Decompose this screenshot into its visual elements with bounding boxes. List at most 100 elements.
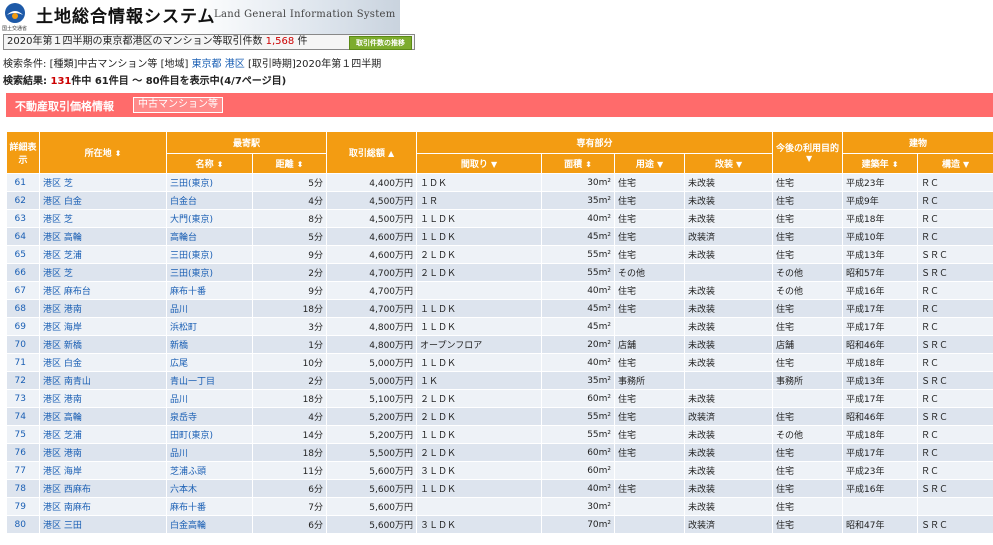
filter-icon[interactable]: ▼ [736,160,742,169]
detail-link[interactable]: 65 [6,245,40,264]
station-link[interactable]: 品川 [166,443,253,462]
detail-link[interactable]: 80 [6,515,40,534]
area-cell: 60m² [541,443,616,462]
col-price[interactable]: 取引総額 ▲ [326,131,418,174]
location-link[interactable]: 港区 西麻布 [39,479,167,498]
col-layout[interactable]: 間取り ▼ [416,153,543,174]
detail-link[interactable]: 63 [6,209,40,228]
mlit-logo-icon[interactable] [4,2,26,24]
station-link[interactable]: 広尾 [166,353,253,372]
location-link[interactable]: 港区 海岸 [39,317,167,336]
future-use-cell: 住宅 [772,245,844,264]
sort-icon[interactable]: ⬍ [585,160,592,169]
col-distance[interactable]: 距離 ⬍ [251,153,328,174]
detail-link[interactable]: 72 [6,371,40,390]
future-use-cell: 住宅 [772,317,844,336]
detail-link[interactable]: 69 [6,317,40,336]
location-link[interactable]: 港区 白金 [39,353,167,372]
location-link[interactable]: 港区 港南 [39,299,167,318]
col-built-year[interactable]: 建築年 ⬍ [842,153,919,174]
location-link[interactable]: 港区 芝 [39,263,167,282]
filter-icon[interactable]: ▼ [963,160,969,169]
filter-icon[interactable]: ▼ [806,154,812,163]
distance-cell: 8分 [252,209,328,228]
detail-link[interactable]: 75 [6,425,40,444]
transaction-table: 詳細表示 所在地 ⬍ 最寄駅 取引総額 ▲ 専有部分 今後の利用目的▼ 建物 名称 ⬍… [6,131,993,534]
count-unit: 件 [297,36,308,47]
detail-link[interactable]: 79 [6,497,40,516]
station-link[interactable]: 田町(東京) [166,425,253,444]
station-link[interactable]: 泉岳寺 [166,407,253,426]
structure-cell: ＲＣ [917,173,993,192]
detail-link[interactable]: 76 [6,443,40,462]
sort-icon[interactable]: ⬍ [115,149,122,158]
col-area[interactable]: 面積 ⬍ [541,153,616,174]
station-link[interactable]: 品川 [166,299,253,318]
col-renovation[interactable]: 改装 ▼ [684,153,774,174]
detail-link[interactable]: 61 [6,173,40,192]
area-ward-link[interactable]: 港区 [225,59,245,70]
detail-link[interactable]: 68 [6,299,40,318]
area-pref-link[interactable]: 東京都 [192,59,222,70]
system-title[interactable]: 土地総合情報システム [36,2,216,27]
col-station-name[interactable]: 名称 ⬍ [166,153,253,174]
station-link[interactable]: 品川 [166,389,253,408]
table-row: 78 港区 西麻布 六本木 6分 5,600万円 １ＬＤＫ 40m² 住宅 未改装 住宅 平成16年… [6,479,993,498]
detail-link[interactable]: 71 [6,353,40,372]
location-link[interactable]: 港区 南青山 [39,371,167,390]
location-link[interactable]: 港区 芝浦 [39,245,167,264]
renovation-cell: 未改装 [684,191,774,210]
station-link[interactable]: 大門(東京) [166,209,253,228]
detail-link[interactable]: 64 [6,227,40,246]
detail-link[interactable]: 66 [6,263,40,282]
layout-cell: ３ＬＤＫ [416,461,543,480]
structure-cell: ＲＣ [917,317,993,336]
col-use[interactable]: 用途 ▼ [614,153,686,174]
detail-link[interactable]: 73 [6,389,40,408]
sort-up-icon[interactable]: ▲ [388,149,394,158]
location-link[interactable]: 港区 高輪 [39,407,167,426]
col-location[interactable]: 所在地 ⬍ [39,131,167,174]
sort-icon[interactable]: ⬍ [297,160,304,169]
location-link[interactable]: 港区 新橋 [39,335,167,354]
col-future-use[interactable]: 今後の利用目的▼ [772,131,844,174]
detail-link[interactable]: 67 [6,281,40,300]
location-link[interactable]: 港区 麻布台 [39,281,167,300]
station-link[interactable]: 麻布十番 [166,281,253,300]
detail-link[interactable]: 78 [6,479,40,498]
sort-icon[interactable]: ⬍ [217,160,224,169]
detail-link[interactable]: 77 [6,461,40,480]
station-link[interactable]: 浜松町 [166,317,253,336]
station-link[interactable]: 三田(東京) [166,173,253,192]
station-link[interactable]: 青山一丁目 [166,371,253,390]
station-link[interactable]: 麻布十番 [166,497,253,516]
station-link[interactable]: 白金台 [166,191,253,210]
location-link[interactable]: 港区 南麻布 [39,497,167,516]
location-link[interactable]: 港区 高輪 [39,227,167,246]
filter-icon[interactable]: ▼ [657,160,663,169]
station-link[interactable]: 六本木 [166,479,253,498]
location-link[interactable]: 港区 海岸 [39,461,167,480]
location-link[interactable]: 港区 芝 [39,173,167,192]
location-link[interactable]: 港区 芝 [39,209,167,228]
station-link[interactable]: 芝浦ふ頭 [166,461,253,480]
location-link[interactable]: 港区 白金 [39,191,167,210]
sort-icon[interactable]: ⬍ [892,160,899,169]
location-link[interactable]: 港区 芝浦 [39,425,167,444]
count-trend-button[interactable]: 取引件数の推移 [349,36,412,50]
location-link[interactable]: 港区 港南 [39,443,167,462]
station-link[interactable]: 高輪台 [166,227,253,246]
station-link[interactable]: 三田(東京) [166,263,253,282]
detail-link[interactable]: 62 [6,191,40,210]
detail-link[interactable]: 70 [6,335,40,354]
station-link[interactable]: 三田(東京) [166,245,253,264]
filter-icon[interactable]: ▼ [491,160,497,169]
station-link[interactable]: 新橋 [166,335,253,354]
col-structure[interactable]: 構造 ▼ [917,153,993,174]
location-link[interactable]: 港区 港南 [39,389,167,408]
distance-cell: 4分 [252,407,328,426]
station-link[interactable]: 白金高輪 [166,515,253,534]
location-link[interactable]: 港区 三田 [39,515,167,534]
price-cell: 5,200万円 [326,407,418,426]
detail-link[interactable]: 74 [6,407,40,426]
